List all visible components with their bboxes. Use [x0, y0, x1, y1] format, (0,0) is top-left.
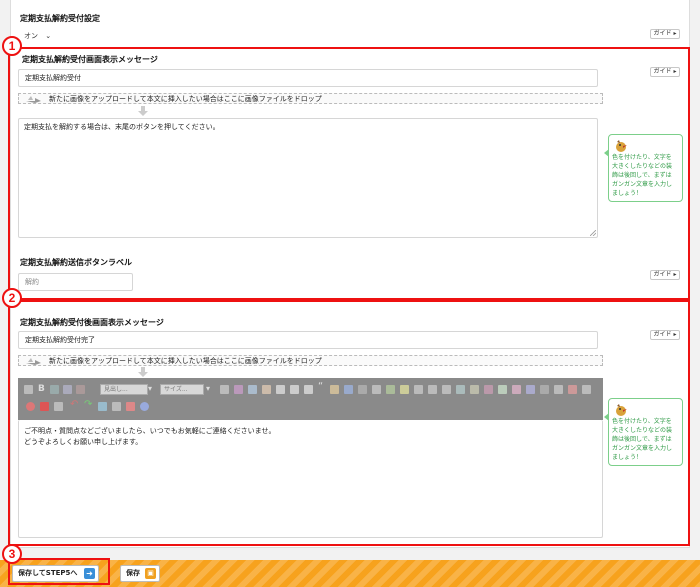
- highlight-box-2: [8, 300, 690, 546]
- marker-1: 1: [2, 36, 22, 56]
- chevron-down-icon: ⌄: [45, 32, 52, 40]
- cancel-setting-select[interactable]: オン ⌄: [24, 31, 51, 41]
- marker-2: 2: [2, 288, 22, 308]
- highlight-box-1: [8, 47, 690, 300]
- save-button[interactable]: 保存 ▣: [120, 565, 160, 582]
- highlight-box-3: [8, 558, 110, 585]
- marker-3: 3: [2, 544, 22, 564]
- guide-button[interactable]: ガイド ▸: [650, 29, 680, 39]
- select-value: オン: [24, 32, 38, 40]
- section-title-cancel-settings: 定期支払解約受付設定: [20, 14, 100, 23]
- lock-icon: ▣: [145, 568, 156, 579]
